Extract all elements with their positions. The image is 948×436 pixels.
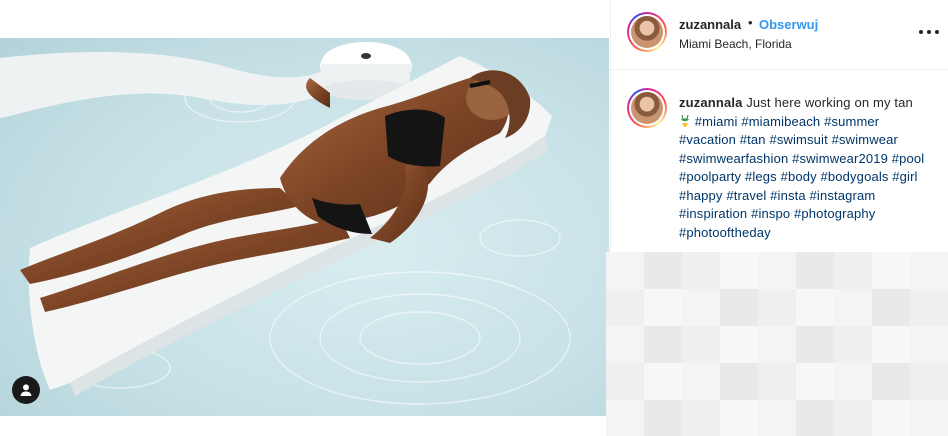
caption-text: zuzannala Just here working on my tan #m… xyxy=(679,94,927,242)
hashtag-link[interactable]: #travel xyxy=(726,188,766,203)
hashtag-link[interactable]: #poolparty xyxy=(679,169,741,184)
mosaic-tile xyxy=(758,289,796,326)
hashtag-link[interactable]: #vacation xyxy=(679,132,736,147)
mosaic-tile xyxy=(720,326,758,363)
caption-comment: zuzannala Just here working on my tan #m… xyxy=(611,70,948,256)
mosaic-tile xyxy=(834,252,872,289)
mosaic-tile xyxy=(682,400,720,436)
caption-body: Just here working on my tan xyxy=(746,95,913,110)
instagram-post: zuzannala • Obserwuj Miami Beach, Florid… xyxy=(0,0,948,436)
mosaic-tile xyxy=(720,363,758,400)
mosaic-tile xyxy=(796,326,834,363)
hashtag-link[interactable]: #miamibeach xyxy=(741,114,820,129)
caption-author-avatar[interactable] xyxy=(627,88,667,128)
more-horizontal-icon xyxy=(935,30,939,34)
mosaic-tile xyxy=(834,326,872,363)
mosaic-tile xyxy=(910,289,948,326)
mosaic-tile xyxy=(644,363,682,400)
mosaic-tile xyxy=(606,363,644,400)
mosaic-tile xyxy=(644,289,682,326)
hashtag-link[interactable]: #miami xyxy=(695,114,738,129)
mosaic-tile xyxy=(758,326,796,363)
mosaic-tile xyxy=(644,326,682,363)
mosaic-tile xyxy=(758,252,796,289)
profile-avatar-icon xyxy=(631,16,663,48)
author-avatar[interactable] xyxy=(627,12,667,52)
caption-username[interactable]: zuzannala xyxy=(679,95,742,110)
mosaic-tile xyxy=(682,289,720,326)
mosaic-tile xyxy=(720,400,758,436)
mosaic-tile xyxy=(682,252,720,289)
mosaic-tile xyxy=(796,252,834,289)
more-horizontal-icon xyxy=(927,30,931,34)
pool-photo-illustration xyxy=(0,38,609,416)
mosaic-tile xyxy=(606,289,644,326)
mosaic-tile xyxy=(644,400,682,436)
mosaic-tile xyxy=(758,400,796,436)
author-username[interactable]: zuzannala xyxy=(679,17,741,32)
post-photo[interactable] xyxy=(0,38,609,416)
pixelated-overlay xyxy=(606,252,948,436)
mosaic-tile xyxy=(644,252,682,289)
post-photo-panel xyxy=(0,0,609,436)
mosaic-tile xyxy=(720,289,758,326)
hashtag-link[interactable]: #inspo xyxy=(751,206,790,221)
mosaic-tile xyxy=(910,326,948,363)
caption-hashtags: #miami #miamibeach #summer #vacation #ta… xyxy=(679,114,924,240)
mosaic-tile xyxy=(796,400,834,436)
mosaic-tile xyxy=(796,289,834,326)
hashtag-link[interactable]: #insta xyxy=(770,188,806,203)
mosaic-tile xyxy=(834,363,872,400)
mosaic-tile xyxy=(834,289,872,326)
hashtag-link[interactable]: #instagram xyxy=(810,188,876,203)
hashtag-link[interactable]: #legs xyxy=(745,169,777,184)
more-horizontal-icon xyxy=(919,30,923,34)
avatar-frame xyxy=(629,90,665,126)
post-header: zuzannala • Obserwuj Miami Beach, Florid… xyxy=(611,0,948,70)
mosaic-tile xyxy=(872,326,910,363)
header-separator: • xyxy=(748,15,753,30)
hashtag-link[interactable]: #tan xyxy=(740,132,766,147)
mosaic-tile xyxy=(872,363,910,400)
hashtag-link[interactable]: #swimwear2019 xyxy=(792,151,888,166)
hashtag-link[interactable]: #photography xyxy=(794,206,875,221)
hashtag-link[interactable]: #bodygoals xyxy=(821,169,889,184)
mosaic-tile xyxy=(910,252,948,289)
mosaic-tile xyxy=(606,326,644,363)
more-options-button[interactable] xyxy=(919,24,939,40)
hashtag-link[interactable]: #happy xyxy=(679,188,723,203)
follow-button[interactable]: Obserwuj xyxy=(759,17,818,32)
hashtag-link[interactable]: #pool xyxy=(892,151,925,166)
hashtag-link[interactable]: #swimsuit xyxy=(769,132,827,147)
post-location[interactable]: Miami Beach, Florida xyxy=(679,37,792,51)
mosaic-tile xyxy=(872,289,910,326)
hashtag-link[interactable]: #swimwearfashion xyxy=(679,151,788,166)
mosaic-tile xyxy=(758,363,796,400)
mosaic-tile xyxy=(872,400,910,436)
mosaic-tile xyxy=(834,400,872,436)
hashtag-link[interactable]: #swimwear xyxy=(832,132,898,147)
user-tag-icon xyxy=(20,384,32,396)
mosaic-tile xyxy=(796,363,834,400)
hashtag-link[interactable]: #photooftheday xyxy=(679,225,771,240)
hashtag-link[interactable]: #summer xyxy=(824,114,879,129)
mosaic-tile xyxy=(606,400,644,436)
bikini-emoji-icon xyxy=(681,114,689,127)
mosaic-tile xyxy=(606,252,644,289)
hashtag-link[interactable]: #body xyxy=(781,169,817,184)
mosaic-tile xyxy=(910,400,948,436)
profile-avatar-icon xyxy=(631,92,663,124)
mosaic-tile xyxy=(682,363,720,400)
mosaic-tile xyxy=(872,252,910,289)
avatar-frame xyxy=(629,14,665,50)
hashtag-link[interactable]: #girl xyxy=(892,169,917,184)
mosaic-tile xyxy=(682,326,720,363)
hashtag-link[interactable]: #inspiration xyxy=(679,206,747,221)
mosaic-tile xyxy=(720,252,758,289)
user-tag-button[interactable] xyxy=(12,376,40,404)
mosaic-tile xyxy=(910,363,948,400)
